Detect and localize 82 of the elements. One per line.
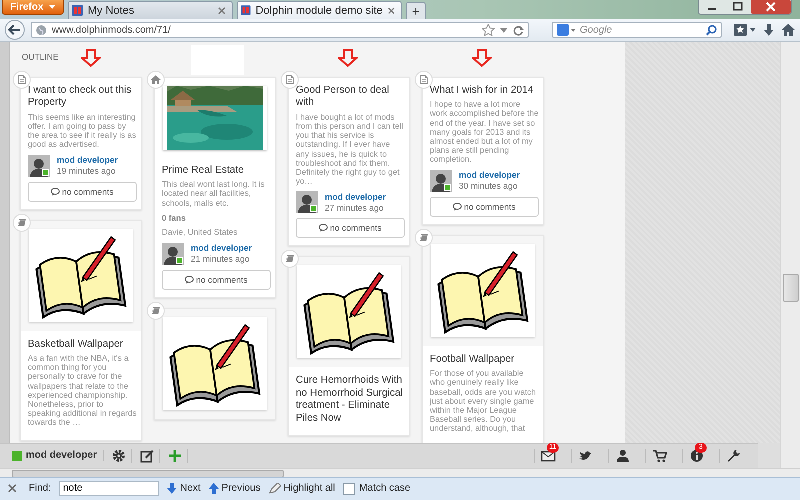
bookmarks-icon[interactable] (733, 23, 757, 38)
listing-description: This deal wont last long. It is located near all facilities, schools, malls etc. (162, 180, 266, 208)
previous-button[interactable]: Previous (208, 483, 261, 494)
avatar[interactable] (296, 191, 318, 214)
fans-count: 0 fans (162, 212, 187, 223)
cart-icon[interactable] (652, 448, 668, 463)
wrench-icon[interactable] (726, 448, 742, 463)
star-icon[interactable] (482, 24, 495, 36)
media-description: For those of you available who genuinely really like baseball, odds are you watch just about every single game within the Major League Baseball series. Do you understand, although, that (430, 369, 538, 434)
up-arrow-icon (208, 483, 219, 494)
home-icon[interactable] (781, 23, 796, 38)
site-icon (241, 5, 251, 16)
speech-bubble-icon (185, 276, 194, 284)
post-excerpt: This seems like an interesting offer. I am going to pass by the area to see if it really is as good as advertised. (28, 112, 137, 150)
search-icon[interactable] (706, 24, 717, 36)
close-icon[interactable] (218, 6, 226, 15)
edit-icon[interactable] (140, 448, 160, 463)
avatar[interactable] (28, 154, 50, 177)
url-text: www.dolphinmods.com/71/ (52, 24, 171, 36)
mail-icon[interactable] (541, 448, 557, 463)
speech-bubble-icon (453, 202, 462, 211)
comments-button[interactable]: no comments (296, 218, 405, 238)
down-arrow-icon (167, 483, 178, 494)
settings-icon[interactable] (112, 448, 132, 463)
media-description: As a fan with the NBA, it's a common thing for you personally to crave for the wallpapers that relate to the experienced championship. Nonetheless, prior to speaking additional in regards towards the … (28, 354, 137, 428)
back-icon[interactable] (4, 20, 26, 40)
vertical-scrollbar[interactable] (780, 42, 800, 468)
post-time: 30 minutes ago (459, 181, 519, 192)
post-time: 27 minutes ago (325, 202, 385, 213)
bird-icon[interactable] (578, 448, 594, 463)
post-time: 21 minutes ago (191, 254, 251, 264)
highlighter-icon (268, 483, 281, 494)
close-icon[interactable] (8, 484, 17, 494)
caret-icon (48, 5, 56, 9)
close-icon[interactable] (388, 6, 395, 15)
find-field[interactable]: note (59, 481, 160, 496)
search-engine-icon[interactable] (557, 24, 577, 36)
download-icon[interactable] (762, 23, 776, 38)
browser-tab[interactable]: My Notes (68, 1, 233, 20)
comments-button[interactable]: no comments (430, 196, 539, 217)
avatar[interactable] (430, 170, 452, 192)
find-label: Find: (29, 483, 52, 494)
scroll-thumb[interactable] (783, 274, 799, 302)
media-title[interactable]: Football Wallpaper (430, 354, 539, 366)
dropdown-icon[interactable] (500, 28, 508, 33)
location-text: Davie, United States (162, 226, 239, 237)
avatar[interactable] (162, 242, 184, 265)
post-title[interactable]: Good Person to deal with (296, 84, 405, 110)
browser-tab[interactable]: Dolphin module demo site (237, 1, 402, 20)
speech-bubble-icon (319, 224, 328, 232)
post-title[interactable]: What I wish for in 2014 (430, 84, 539, 98)
author-link[interactable]: mod developer (459, 170, 520, 180)
globe-icon (36, 24, 47, 36)
post-excerpt: I have bought a lot of mods from this person and I can tell you that his service is outstanding. If I ever have any issues, he is quick to troubleshoot and fix them. Definitely the right guy to get yo… (296, 112, 404, 186)
checkbox-label[interactable]: Match case (359, 483, 411, 494)
site-icon (72, 5, 83, 16)
close-icon[interactable] (751, 0, 791, 14)
person-icon[interactable] (615, 448, 631, 463)
post-excerpt: I hope to have a lot more work accomplished before the end of the year. I have set so many goals for 2013 and its almost ended but a lot of my plans are still pending completion. (430, 100, 539, 165)
next-button[interactable]: Next (167, 483, 201, 494)
author-link[interactable]: mod developer (325, 192, 386, 202)
listing-title[interactable]: Prime Real Estate (162, 164, 271, 178)
author-link[interactable]: mod developer (191, 243, 252, 254)
checkbox[interactable] (343, 482, 356, 495)
post-time: 19 minutes ago (57, 166, 117, 176)
author-link[interactable]: mod developer (57, 155, 118, 166)
tab-title: My Notes (88, 4, 136, 17)
media-title[interactable]: Basketball Wallpaper (28, 338, 137, 352)
new-tab-button[interactable]: + (406, 2, 426, 20)
address-bar[interactable]: www.dolphinmods.com/71/ (31, 22, 529, 38)
refresh-icon[interactable] (513, 24, 524, 36)
comments-button[interactable]: no comments (28, 182, 137, 202)
comments-button[interactable]: no comments (162, 270, 271, 290)
highlight-all-button[interactable]: Highlight all (268, 483, 336, 494)
media-title[interactable]: Cure Hemorrhoids With no Hemorrhoid Surgical treatment - Eliminate Piles Now (296, 375, 405, 426)
user-link[interactable]: mod developer (26, 450, 98, 462)
tab-title: Dolphin module demo site (256, 4, 383, 17)
post-title[interactable]: I want to check out this Property (28, 84, 137, 110)
scroll-thumb[interactable] (12, 470, 284, 478)
speech-bubble-icon (51, 188, 60, 196)
outline-label: OUTLINE (22, 52, 59, 62)
search-bar[interactable]: Google (552, 22, 722, 38)
